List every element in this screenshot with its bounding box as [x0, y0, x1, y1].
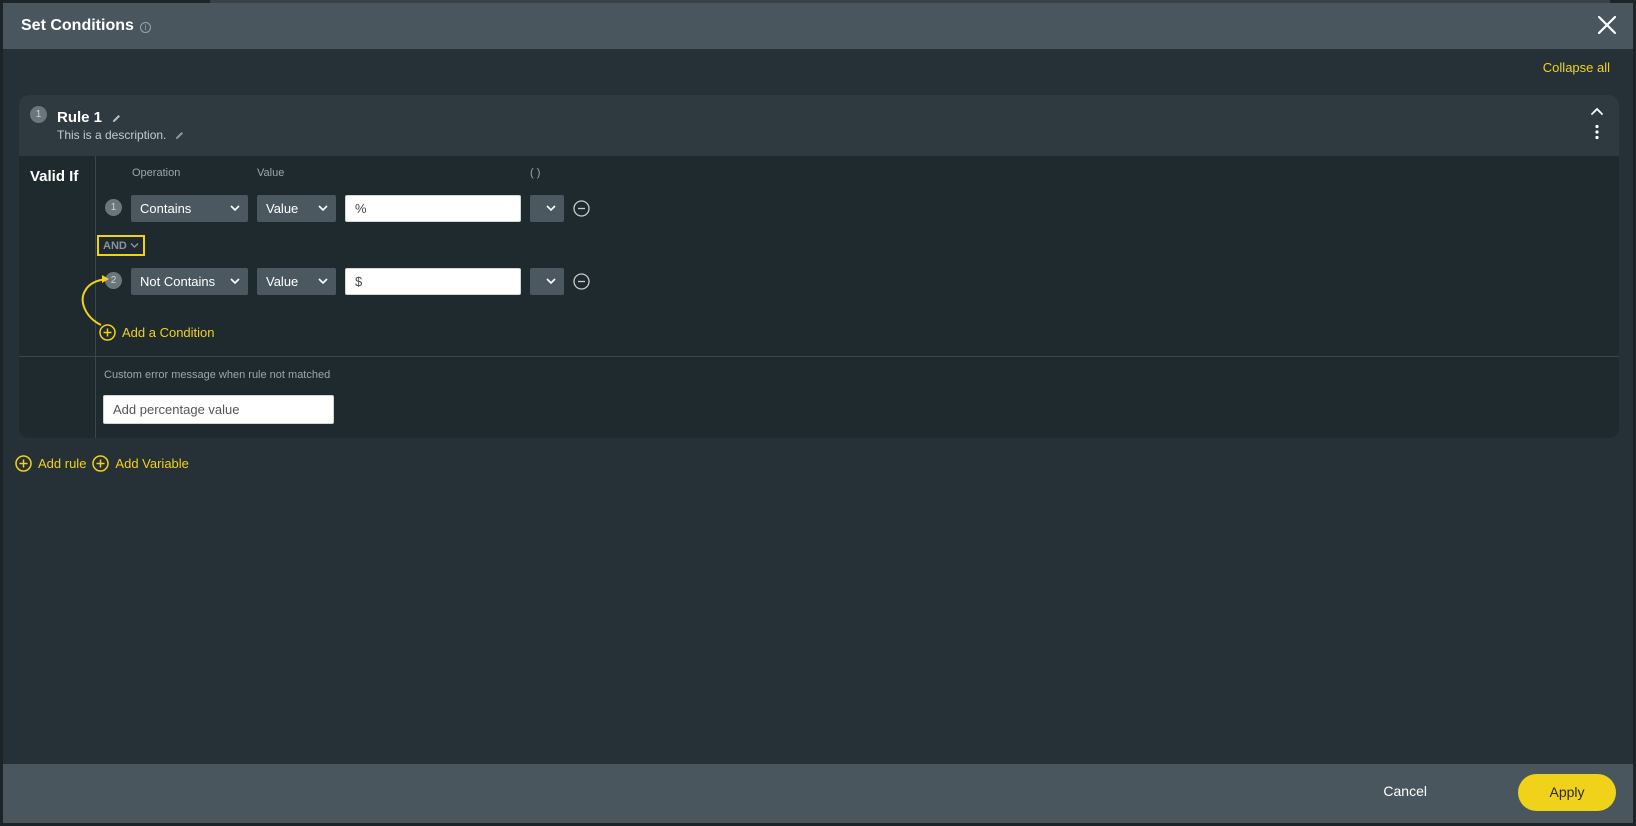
value-type-select-value: Value	[266, 274, 299, 289]
error-message-label: Custom error message when rule not match…	[104, 369, 331, 381]
add-condition-button[interactable]: Add a Condition	[99, 324, 215, 341]
and-connector-label: AND	[103, 239, 127, 252]
value-column-label: Value	[257, 167, 285, 179]
add-rule-label: Add rule	[38, 456, 87, 471]
chevron-down-icon	[546, 205, 556, 212]
remove-condition-minus-icon[interactable]	[573, 200, 590, 217]
collapse-chevron-up-icon[interactable]	[1590, 105, 1604, 119]
plus-circle-icon	[92, 455, 110, 472]
condition-value-input[interactable]: %	[345, 195, 521, 222]
parens-select[interactable]	[530, 268, 564, 295]
dialog-title: Set Conditions	[21, 17, 134, 34]
operation-column-label: Operation	[132, 167, 181, 179]
chevron-down-icon	[230, 278, 240, 285]
rule-number-badge: 1	[30, 106, 47, 123]
condition-number-badge: 1	[105, 199, 122, 216]
rule-description-text: This is a description.	[57, 128, 167, 142]
section-divider	[19, 356, 1619, 357]
add-variable-button[interactable]: Add Variable	[92, 455, 189, 472]
operation-select-value: Not Contains	[140, 274, 216, 289]
rule-actions: Add rule Add Variable	[15, 455, 195, 472]
and-connector-select[interactable]: AND	[97, 235, 145, 256]
info-icon[interactable]: i	[139, 21, 151, 33]
set-conditions-dialog: Set Conditions i Collapse all 1 Rule 1 T…	[3, 3, 1633, 823]
rule-description: This is a description.	[57, 128, 185, 142]
apply-button[interactable]: Apply	[1518, 774, 1616, 811]
cancel-button[interactable]: Cancel	[1383, 783, 1427, 799]
operation-select-value: Contains	[140, 201, 192, 216]
annotation-arrow-icon	[81, 275, 109, 326]
dialog-header: Set Conditions i	[3, 3, 1633, 49]
value-type-select[interactable]: Value	[257, 268, 336, 295]
plus-circle-icon	[15, 455, 32, 472]
close-icon[interactable]	[1595, 13, 1619, 37]
plus-circle-icon	[99, 324, 116, 341]
rule-title: Rule 1	[57, 109, 122, 126]
operation-select[interactable]: Not Contains	[131, 268, 248, 295]
operation-select[interactable]: Contains	[131, 195, 248, 222]
add-rule-button[interactable]: Add rule	[15, 455, 86, 472]
collapse-all-link[interactable]: Collapse all	[1543, 60, 1610, 75]
rule-header[interactable]: 1 Rule 1 This is a description.	[19, 95, 1619, 156]
add-variable-label: Add Variable	[115, 456, 189, 471]
add-condition-label: Add a Condition	[122, 325, 215, 340]
rule-card: 1 Rule 1 This is a description. Valid If…	[19, 95, 1619, 438]
edit-title-pencil-icon[interactable]	[111, 113, 122, 124]
value-type-select[interactable]: Value	[257, 195, 336, 222]
rule-title-text: Rule 1	[57, 109, 103, 126]
chevron-down-icon	[230, 205, 240, 212]
chevron-down-icon	[546, 278, 556, 285]
parens-column-label: ( )	[530, 167, 541, 179]
condition-value-input[interactable]: $	[345, 268, 521, 295]
chevron-down-icon	[130, 243, 139, 248]
edit-description-pencil-icon[interactable]	[174, 130, 185, 141]
remove-condition-minus-icon[interactable]	[573, 273, 590, 290]
chevron-down-icon	[318, 278, 328, 285]
dialog-footer: Cancel Apply	[3, 764, 1633, 823]
parens-select[interactable]	[530, 195, 564, 222]
error-message-input[interactable]: Add percentage value	[103, 395, 334, 424]
value-type-select-value: Value	[266, 201, 299, 216]
valid-if-label: Valid If	[30, 168, 79, 185]
chevron-down-icon	[318, 205, 328, 212]
more-options-kebab-icon[interactable]	[1590, 124, 1604, 140]
